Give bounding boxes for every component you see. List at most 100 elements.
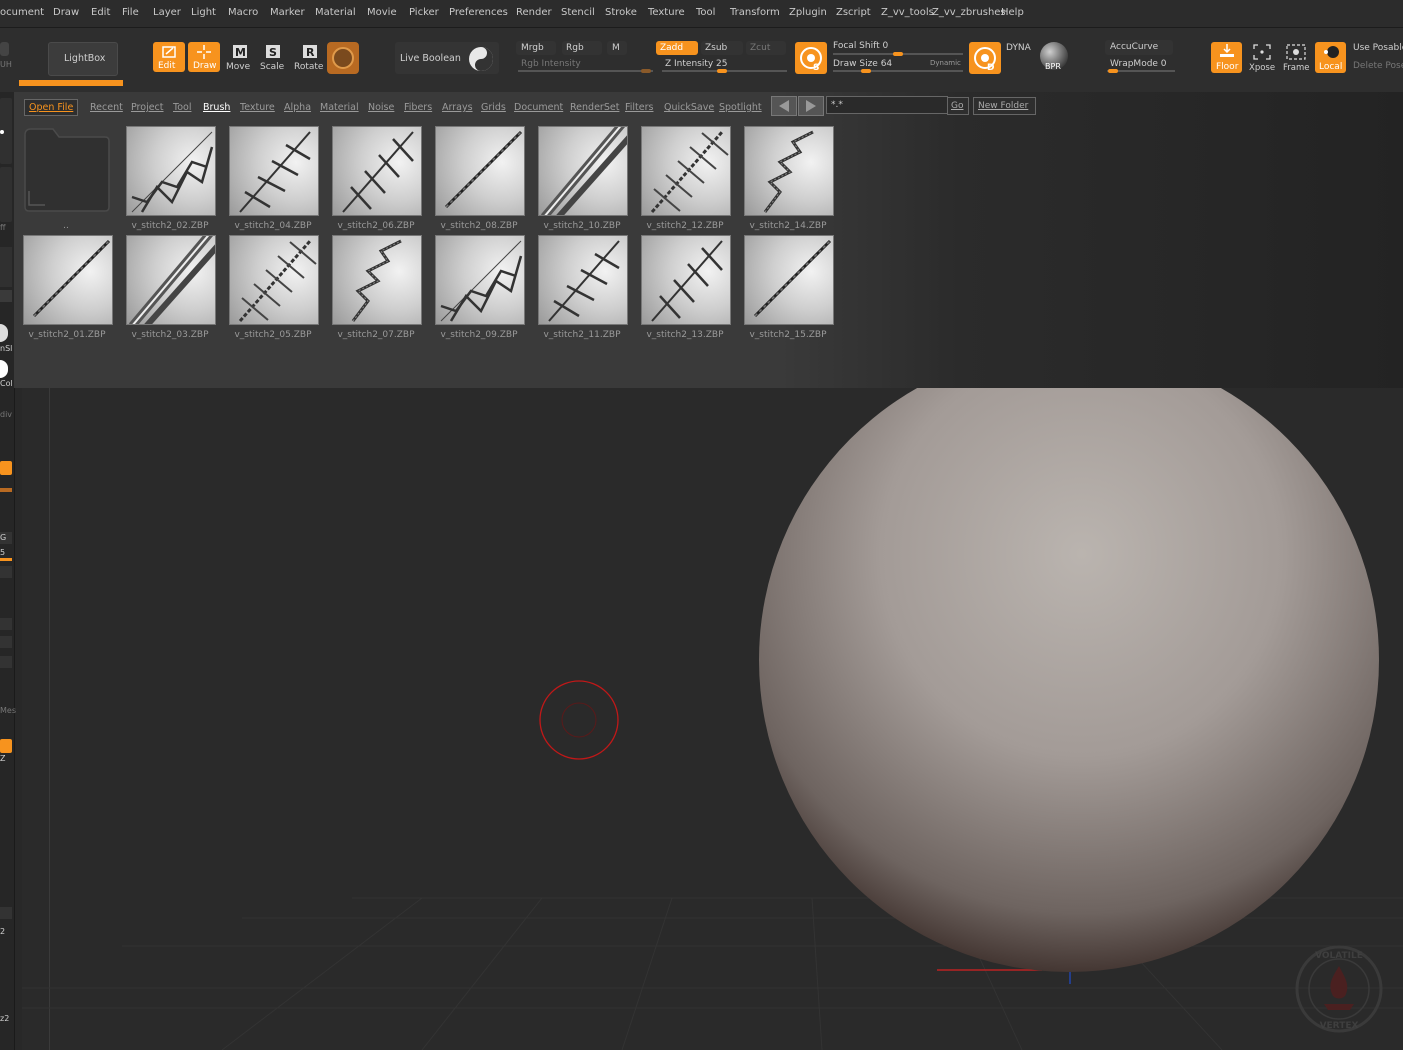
brush-thumbnail[interactable] [23, 235, 113, 325]
canvas-viewport[interactable]: VOLATILE VERTEX [22, 388, 1403, 1050]
left-panel-slot-4[interactable] [0, 290, 12, 302]
menu-document[interactable]: ocument [0, 7, 44, 18]
scale-button[interactable]: S Scale [259, 42, 285, 72]
left-panel-slot-8[interactable] [0, 656, 12, 668]
focal-shift-knob[interactable] [893, 52, 903, 56]
brush-thumbnail[interactable] [744, 235, 834, 325]
tab-filters[interactable]: Filters [625, 102, 653, 113]
tab-material[interactable]: Material [320, 102, 359, 113]
rgb-intensity-knob[interactable] [641, 69, 651, 73]
brush-thumbnail[interactable] [126, 126, 216, 216]
prev-page-button[interactable] [771, 96, 797, 116]
edit-button[interactable]: Edit [153, 42, 185, 72]
brush-thumbnail[interactable] [538, 235, 628, 325]
tab-open-file[interactable]: Open File [24, 99, 79, 116]
floor-button[interactable]: Floor [1211, 42, 1242, 73]
zcut-button[interactable]: Zcut [746, 41, 786, 55]
tab-spotlight[interactable]: Spotlight [719, 102, 762, 113]
menu-stroke[interactable]: Stroke [605, 7, 637, 18]
menu-marker[interactable]: Marker [270, 7, 305, 18]
left-panel-slot-6[interactable] [0, 618, 12, 630]
material-button[interactable] [327, 42, 359, 74]
menu-stencil[interactable]: Stencil [561, 7, 595, 18]
left-g-button[interactable]: G [0, 532, 12, 544]
left-color-swatch-2[interactable] [0, 360, 8, 378]
brush-thumbnail[interactable] [229, 126, 319, 216]
xpose-button[interactable]: Xpose [1246, 42, 1277, 73]
tab-brush[interactable]: Brush [203, 102, 230, 113]
dynamesh-button[interactable]: D [969, 42, 1001, 74]
menu-texture[interactable]: Texture [648, 7, 685, 18]
frame-button[interactable]: Frame [1280, 42, 1311, 73]
rgb-button[interactable]: Rgb [562, 41, 602, 55]
m-button[interactable]: M [607, 41, 627, 55]
menu-preferences[interactable]: Preferences [449, 7, 508, 18]
left-color-swatch-1[interactable] [0, 324, 8, 342]
tab-noise[interactable]: Noise [368, 102, 394, 113]
brush-thumbnail[interactable] [641, 235, 731, 325]
tab-tool[interactable]: Tool [173, 102, 191, 113]
zadd-button[interactable]: Zadd [656, 41, 698, 55]
zsub-button[interactable]: Zsub [701, 41, 743, 55]
menu-material[interactable]: Material [315, 7, 356, 18]
draw-size-slider[interactable] [833, 70, 963, 72]
tab-arrays[interactable]: Arrays [442, 102, 473, 113]
draw-size-knob[interactable] [861, 69, 871, 73]
tab-project[interactable]: Project [131, 102, 164, 113]
left-orange-toggle-2[interactable] [0, 739, 12, 753]
brush-thumbnail[interactable] [538, 126, 628, 216]
left-panel-slot-9[interactable] [0, 907, 12, 919]
brush-thumbnail[interactable] [641, 126, 731, 216]
tab-grids[interactable]: Grids [481, 102, 506, 113]
left-panel-slot-7[interactable] [0, 636, 12, 648]
left-stub-button[interactable] [0, 42, 9, 56]
bpr-button[interactable]: BPR [1038, 41, 1070, 73]
menu-transform[interactable]: Transform [730, 7, 780, 18]
menu-zscript[interactable]: Zscript [836, 7, 871, 18]
menu-zplugin[interactable]: Zplugin [789, 7, 827, 18]
tab-alpha[interactable]: Alpha [284, 102, 311, 113]
search-input[interactable] [826, 96, 948, 114]
left-orange-slider[interactable] [0, 488, 12, 492]
brush-thumbnail[interactable] [126, 235, 216, 325]
lightbox-button[interactable]: LightBox [48, 42, 118, 76]
left-orange-toggle-1[interactable] [0, 461, 12, 475]
delete-pose-label[interactable]: Delete Pose [1353, 61, 1403, 71]
brush-thumbnail[interactable] [435, 126, 525, 216]
menu-light[interactable]: Light [191, 7, 216, 18]
dynamic-label[interactable]: Dynamic [930, 59, 961, 67]
tab-texture[interactable]: Texture [240, 102, 275, 113]
menu-layer[interactable]: Layer [153, 7, 181, 18]
tab-renderset[interactable]: RenderSet [570, 102, 619, 113]
menu-macro[interactable]: Macro [228, 7, 258, 18]
tab-quicksave[interactable]: QuickSave [664, 102, 714, 113]
left-slider-knob[interactable] [0, 558, 12, 561]
dyna-label[interactable]: DYNA [1006, 43, 1031, 53]
menu-movie[interactable]: Movie [367, 7, 397, 18]
move-button[interactable]: M Move [226, 42, 252, 72]
accucurve-button[interactable]: AccuCurve [1105, 40, 1173, 55]
brush-thumbnail[interactable] [229, 235, 319, 325]
menu-edit[interactable]: Edit [91, 7, 110, 18]
local-button[interactable]: Local [1315, 42, 1346, 73]
brush-thumbnail[interactable] [435, 235, 525, 325]
menu-render[interactable]: Render [516, 7, 552, 18]
z-intensity-knob[interactable] [717, 69, 727, 73]
menu-file[interactable]: File [122, 7, 139, 18]
brush-thumbnail[interactable] [744, 126, 834, 216]
menu-z-vv-zbrushes[interactable]: Z_vv_zbrushes [932, 7, 1006, 18]
brush-thumbnail[interactable] [332, 235, 422, 325]
sphere-mesh[interactable] [757, 388, 1382, 978]
use-posable-label[interactable]: Use Posable [1353, 43, 1403, 53]
left-panel-slot-5[interactable] [0, 566, 12, 578]
rotate-button[interactable]: R Rotate [294, 42, 324, 72]
left-panel-slot-3[interactable] [0, 247, 12, 287]
brush-thumbnail[interactable] [332, 126, 422, 216]
wrapmode-knob[interactable] [1108, 69, 1118, 73]
left-panel-slot-2[interactable] [0, 167, 12, 222]
go-button[interactable]: Go [947, 97, 969, 115]
next-page-button[interactable] [798, 96, 824, 116]
menu-picker[interactable]: Picker [409, 7, 439, 18]
tab-document[interactable]: Document [514, 102, 563, 113]
tab-recent[interactable]: Recent [90, 102, 123, 113]
